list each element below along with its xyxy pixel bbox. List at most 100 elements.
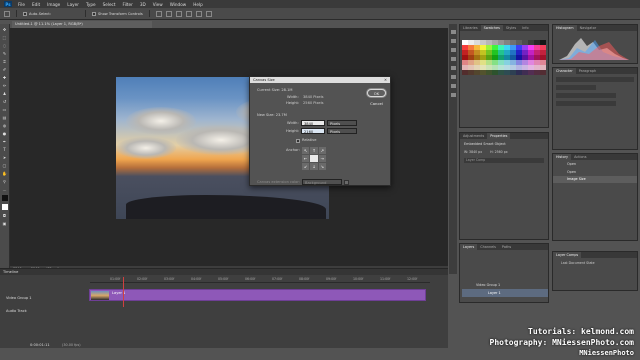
foreground-color-swatch[interactable] [1,195,8,201]
pen-tool-icon[interactable]: ✒ [2,139,8,144]
more-tools-icon[interactable]: … [2,187,8,192]
align-left-icon[interactable] [185,10,192,17]
height-input[interactable]: 2160 [301,128,325,134]
width-unit-select[interactable]: Pixels [327,120,357,126]
history-brush-icon[interactable]: ↺ [2,99,8,104]
menu-filter[interactable]: Filter [122,2,132,7]
font-size-field[interactable] [556,93,616,98]
align-center-icon[interactable] [195,10,202,17]
eraser-tool-icon[interactable]: ▭ [2,107,8,112]
blur-tool-icon[interactable]: ◍ [2,123,8,128]
healing-tool-icon[interactable]: ✚ [2,75,8,80]
tab-histogram[interactable]: Histogram [553,25,577,31]
anchor-grid[interactable]: ↖ ↑ ↗ ← → ↙ ↓ ↘ [302,147,326,170]
tab-paths[interactable]: Paths [499,244,514,250]
tab-styles[interactable]: Styles [503,25,519,31]
menu-select[interactable]: Select [103,2,116,7]
auto-select-option[interactable]: Auto-Select: [23,11,51,16]
align-top-icon[interactable] [155,10,162,17]
layer-row-group[interactable]: Video Group 1 [462,282,548,288]
show-transform-option[interactable]: Show Transform Controls [92,11,143,16]
align-middle-icon[interactable] [165,10,172,17]
font-style-select[interactable] [556,85,596,90]
lasso-tool-icon[interactable]: ◌ [2,43,8,48]
panel-icon[interactable] [450,39,456,43]
tab-info[interactable]: Info [519,25,531,31]
menu-edit[interactable]: Edit [32,2,40,7]
history-item[interactable]: Open [553,160,637,169]
tab-navigator[interactable]: Navigator [577,25,600,31]
anchor-nw-icon[interactable]: ↖ [302,147,310,154]
hand-tool-icon[interactable]: ✋ [2,171,8,176]
quick-mask-icon[interactable]: ◘ [2,213,8,218]
crop-tool-icon[interactable]: ⌗ [2,59,8,64]
close-icon[interactable]: ✕ [384,77,387,83]
gradient-tool-icon[interactable]: ▤ [2,115,8,120]
tab-channels[interactable]: Channels [477,244,499,250]
stamp-tool-icon[interactable]: ♟ [2,91,8,96]
anchor-w-icon[interactable]: ← [302,155,310,162]
anchor-n-icon[interactable]: ↑ [310,147,318,154]
last-document-state[interactable]: Last Document State [553,258,637,268]
timeline-ruler[interactable]: 01:00f 02:00f 03:00f 04:00f 05:00f 06:00f 07:0… [90,277,430,283]
path-select-icon[interactable]: ➤ [2,155,8,160]
anchor-center-icon[interactable] [310,155,318,162]
playhead[interactable] [123,277,124,307]
anchor-e-icon[interactable]: → [318,155,326,162]
layer-comp-select[interactable]: Layer Comp [464,158,544,163]
panel-icon[interactable] [450,30,456,34]
anchor-s-icon[interactable]: ↓ [310,163,318,170]
cancel-button[interactable]: Cancel [367,100,386,108]
screen-mode-icon[interactable]: ▣ [2,221,8,226]
move-tool-icon[interactable]: ✥ [2,27,8,32]
background-color-swatch[interactable] [1,204,8,210]
track-audio-label[interactable]: Audio Track [6,309,27,313]
menu-file[interactable]: File [18,2,25,7]
show-transform-checkbox[interactable] [92,11,97,16]
document-tab[interactable]: Untitled-1 @ 11.1% (Layer 1, RGB/8*) [12,21,152,28]
auto-select-checkbox[interactable] [23,11,27,16]
tab-adjustments[interactable]: Adjustments [460,133,487,139]
menu-3d[interactable]: 3D [140,2,146,7]
panel-icon[interactable] [450,57,456,61]
history-item-selected[interactable]: Image Size [553,176,637,183]
extension-color-swatch[interactable] [344,180,349,185]
align-right-icon[interactable] [205,10,212,17]
brush-tool-icon[interactable]: ✏ [2,83,8,88]
panel-icon[interactable] [450,75,456,79]
tab-layer-comps[interactable]: Layer Comps [553,252,582,258]
shape-tool-icon[interactable]: ▢ [2,163,8,168]
tab-swatches[interactable]: Swatches [480,25,503,31]
layer-row-layer1[interactable]: Layer 1 [462,289,548,297]
quick-select-tool-icon[interactable]: ✎ [2,51,8,56]
font-family-select[interactable] [556,77,634,82]
tracking-field[interactable] [556,101,616,106]
menu-layer[interactable]: Layer [67,2,79,7]
swatches-grid[interactable] [462,40,546,75]
track-video-label[interactable]: Video Group 1 [6,296,32,300]
anchor-sw-icon[interactable]: ↙ [302,163,310,170]
menu-help[interactable]: Help [193,2,203,7]
timeline-clip[interactable]: Layer 1 [89,289,426,301]
panel-icon[interactable] [450,93,456,97]
tab-properties[interactable]: Properties [487,133,511,139]
menu-image[interactable]: Image [47,2,60,7]
tab-layers[interactable]: Layers [460,244,478,250]
type-tool-icon[interactable]: T [2,147,8,152]
tab-libraries[interactable]: Libraries [460,25,481,31]
panel-icon[interactable] [450,66,456,70]
menu-window[interactable]: Window [170,2,187,7]
dodge-tool-icon[interactable]: ● [2,131,8,136]
color-swatch[interactable] [540,70,546,75]
anchor-ne-icon[interactable]: ↗ [318,147,326,154]
history-item[interactable]: Open [553,169,637,176]
marquee-tool-icon[interactable]: ⬚ [2,35,8,40]
anchor-se-icon[interactable]: ↘ [318,163,326,170]
relative-checkbox[interactable] [296,139,300,143]
panel-icon[interactable] [450,84,456,88]
move-tool-icon[interactable] [4,10,10,17]
height-unit-select[interactable]: Pixels [327,128,357,134]
extension-color-select[interactable]: Background [302,179,342,185]
tab-paragraph[interactable]: Paragraph [576,68,599,74]
menu-view[interactable]: View [153,2,163,7]
